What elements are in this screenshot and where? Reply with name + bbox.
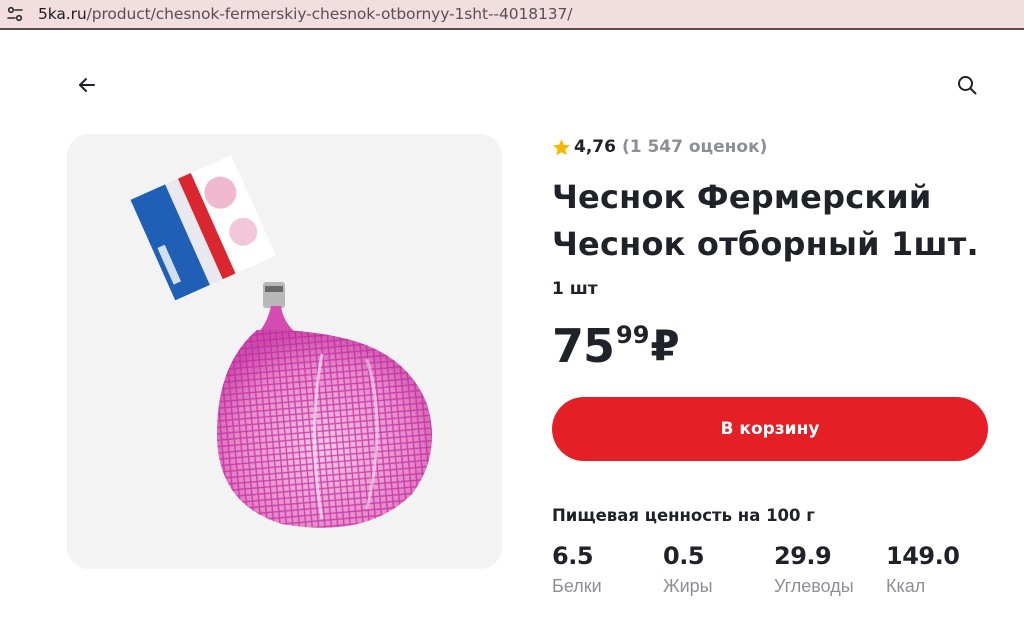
product-image [67,134,502,569]
site-info-icon[interactable] [0,0,30,29]
product-title-line1: Чеснок Фермерский [552,178,932,216]
url-text[interactable]: 5ka.ru/product/chesnok-fermerskiy-chesno… [38,5,573,23]
nutrition-label: Белки [552,576,602,596]
product-title-line2: Чеснок отборный 1шт. [552,225,979,263]
rating-count: (1 547 оценок) [621,137,768,157]
nutrition-title: Пищевая ценность на 100 г [552,506,815,525]
back-button[interactable] [72,70,102,100]
nutrition-value: 29.9 [774,542,832,570]
rating-value: 4,76 [574,137,616,157]
nutrition-value: 149.0 [886,542,960,570]
nutrition-label: Ккал [886,576,926,596]
product-title: Чеснок Фермерский Чеснок отборный 1шт. [552,174,992,268]
url-path: /product/chesnok-fermerskiy-chesnok-otbo… [86,5,573,23]
star-icon [553,138,570,155]
search-button[interactable] [952,70,982,100]
nutrition-protein: 6.5 Белки [552,540,662,597]
add-to-cart-button[interactable]: В корзину [552,397,988,461]
price-rubles: 75 [552,319,615,373]
currency-symbol: ₽ [650,321,680,370]
price-kopecks: 99 [616,321,650,349]
nutrition-label: Жиры [663,576,713,596]
garlic-net-bag-photo [130,155,432,528]
browser-address-bar[interactable]: 5ka.ru/product/chesnok-fermerskiy-chesno… [0,0,1024,30]
product-rating[interactable]: 4,76 (1 547 оценок) [552,137,767,157]
product-unit: 1 шт [552,279,598,299]
nutrition-kcal: 149.0 Ккал [886,540,996,597]
nutrition-fat: 0.5 Жиры [663,540,773,597]
product-price: 75 99 ₽ [552,318,680,374]
nutrition-label: Углеводы [774,576,854,596]
arrow-left-icon [79,78,95,92]
url-host: 5ka.ru [38,5,87,23]
nutrition-value: 6.5 [552,542,594,570]
nutrition-value: 0.5 [663,542,705,570]
nutrition-carbs: 29.9 Углеводы [774,540,884,597]
search-icon [958,76,977,95]
